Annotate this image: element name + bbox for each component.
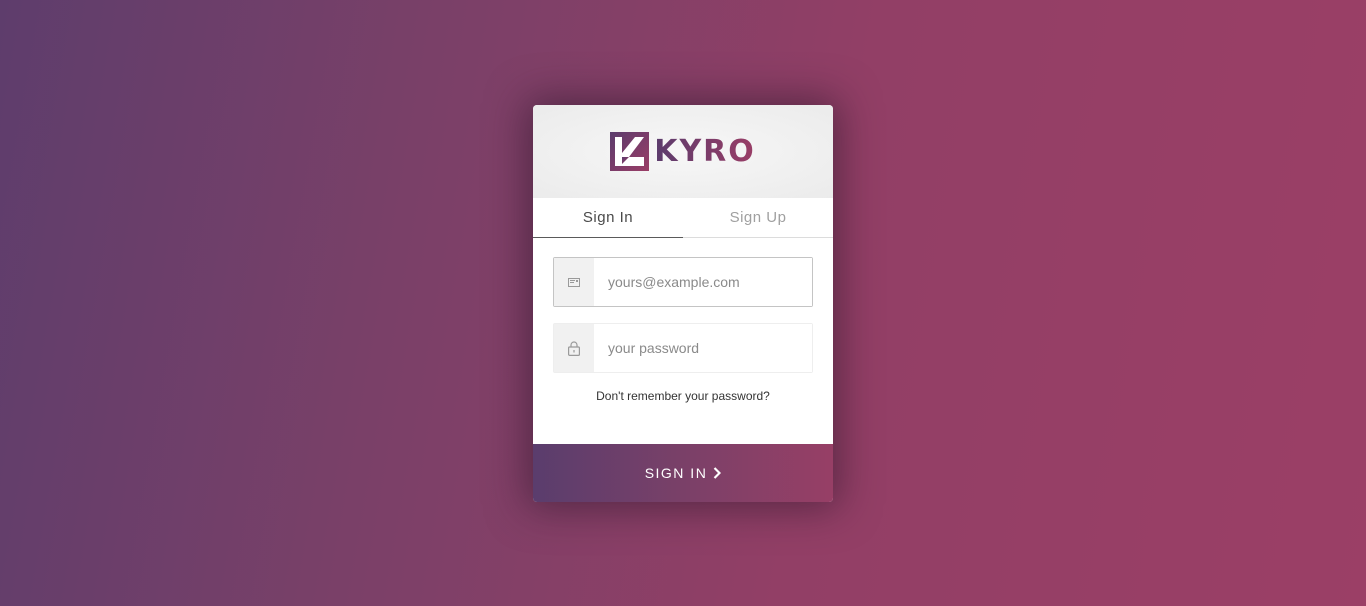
logo: KYRO bbox=[610, 132, 756, 171]
forgot-password-link[interactable]: Don't remember your password? bbox=[553, 389, 813, 403]
envelope-icon bbox=[568, 277, 580, 287]
auth-tabs: Sign In Sign Up bbox=[533, 198, 833, 238]
tab-sign-in[interactable]: Sign In bbox=[533, 198, 683, 238]
tab-sign-up[interactable]: Sign Up bbox=[683, 198, 833, 237]
password-field-icon-box bbox=[554, 324, 594, 372]
login-form: Don't remember your password? bbox=[533, 238, 833, 403]
lock-icon bbox=[568, 340, 580, 356]
login-card: KYRO Sign In Sign Up yours@example.com D… bbox=[533, 105, 833, 502]
sign-in-button-label: SIGN IN bbox=[644, 465, 708, 481]
chevron-right-icon bbox=[714, 467, 722, 479]
sign-in-button[interactable]: SIGN IN bbox=[533, 444, 833, 502]
email-input[interactable] bbox=[594, 258, 812, 306]
kyro-logo-icon bbox=[610, 132, 650, 171]
card-header: KYRO bbox=[533, 105, 833, 198]
email-field bbox=[553, 257, 813, 307]
password-field bbox=[553, 323, 813, 373]
email-field-icon-box bbox=[554, 258, 594, 306]
brand-name: KYRO bbox=[654, 133, 756, 169]
password-input[interactable] bbox=[594, 324, 812, 372]
